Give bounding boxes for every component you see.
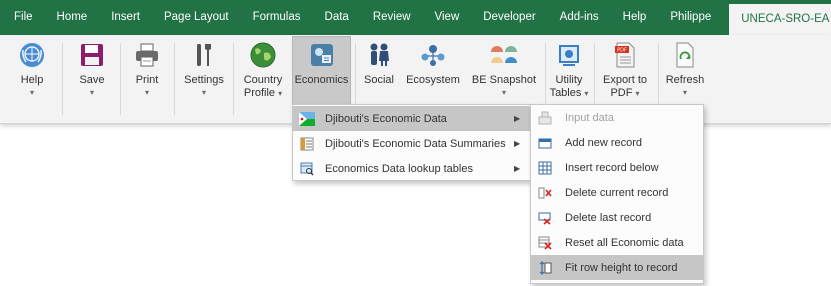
tab-insert[interactable]: Insert xyxy=(99,0,152,35)
chevron-right-icon: ▶ xyxy=(514,114,521,123)
chevron-down-icon: ▾ xyxy=(29,88,34,97)
tab-philippe[interactable]: Philippe xyxy=(658,0,723,35)
submenu-item-label: Delete current record xyxy=(565,186,669,199)
tab-uneca-sro-ea[interactable]: UNECA-SRO-EA xyxy=(729,4,831,35)
save-label: Save xyxy=(79,74,105,86)
floppy-disk-icon xyxy=(76,39,108,71)
un-logo-icon xyxy=(16,39,48,71)
submenu-item-label: Insert record below xyxy=(565,161,659,174)
economic-data-submenu: Input data Add new record Insert record … xyxy=(530,104,704,284)
help-label: Help xyxy=(20,74,44,86)
be-snapshot-label: BE Snapshot xyxy=(471,74,537,86)
input-data-icon xyxy=(531,111,559,125)
utility-tables-label: Utility Tables ▾ xyxy=(549,74,589,99)
menu-item-djibouti-economic-data[interactable]: Djibouti's Economic Data ▶ xyxy=(293,106,530,131)
help-button[interactable]: Help ▾ xyxy=(14,37,50,119)
ribbon-tab-bar: File Home Insert Page Layout Formulas Da… xyxy=(0,0,831,35)
gauges-icon xyxy=(488,39,520,71)
settings-label: Settings xyxy=(184,74,224,86)
ribbon-separator xyxy=(233,43,234,115)
submenu-item-delete-last-record[interactable]: Delete last record xyxy=(531,205,703,230)
tab-add-ins[interactable]: Add-ins xyxy=(548,0,611,35)
settings-button[interactable]: Settings ▾ xyxy=(181,37,227,119)
country-profile-label: Country Profile ▾ xyxy=(243,74,283,99)
utility-table-icon xyxy=(553,39,585,71)
submenu-item-label: Reset all Economic data xyxy=(565,236,684,249)
people-icon xyxy=(363,39,395,71)
tools-icon xyxy=(188,39,220,71)
submenu-item-label: Add new record xyxy=(565,136,643,149)
ribbon-separator xyxy=(62,43,63,115)
tab-help[interactable]: Help xyxy=(611,0,659,35)
menu-item-economics-data-lookup-tables[interactable]: Economics Data lookup tables ▶ xyxy=(293,156,530,181)
print-button[interactable]: Print ▾ xyxy=(130,37,164,119)
svg-text:PDF: PDF xyxy=(617,48,627,54)
chevron-down-icon: ▾ xyxy=(144,88,149,97)
economics-button[interactable]: Economics xyxy=(292,36,351,107)
menu-item-label: Djibouti's Economic Data Summaries xyxy=(325,137,506,150)
menu-item-djibouti-economic-data-summaries[interactable]: Djibouti's Economic Data Summaries ▶ xyxy=(293,131,530,156)
save-button[interactable]: Save ▾ xyxy=(75,37,109,119)
add-record-icon xyxy=(531,136,559,150)
refresh-icon xyxy=(669,39,701,71)
economics-label: Economics xyxy=(294,74,349,86)
tab-formulas[interactable]: Formulas xyxy=(241,0,313,35)
tab-view[interactable]: View xyxy=(423,0,472,35)
submenu-item-insert-record-below[interactable]: Insert record below xyxy=(531,155,703,180)
pdf-icon: PDF xyxy=(609,39,641,71)
chevron-down-icon: ▾ xyxy=(201,88,206,97)
fit-row-height-icon xyxy=(531,260,559,275)
submenu-item-fit-row-height[interactable]: Fit row height to record xyxy=(531,255,703,280)
reset-icon xyxy=(531,236,559,250)
tab-home[interactable]: Home xyxy=(45,0,100,35)
menu-item-label: Djibouti's Economic Data xyxy=(325,112,447,125)
export-pdf-label: Export to PDF ▾ xyxy=(602,74,648,99)
summary-icon xyxy=(293,137,321,151)
submenu-item-label: Input data xyxy=(565,111,614,124)
insert-record-icon xyxy=(531,161,559,175)
submenu-item-reset-all-economic-data[interactable]: Reset all Economic data xyxy=(531,230,703,255)
refresh-label: Refresh xyxy=(665,74,705,86)
flag-icon xyxy=(293,111,321,126)
globe-icon xyxy=(247,39,279,71)
print-label: Print xyxy=(135,74,159,86)
submenu-item-input-data[interactable]: Input data xyxy=(531,105,703,130)
ribbon-separator xyxy=(120,43,121,115)
economics-dropdown-menu: Djibouti's Economic Data ▶ Djibouti's Ec… xyxy=(292,104,531,181)
menu-item-label: Economics Data lookup tables xyxy=(325,162,473,175)
tab-review[interactable]: Review xyxy=(361,0,423,35)
chevron-down-icon: ▾ xyxy=(682,88,687,97)
submenu-item-label: Fit row height to record xyxy=(565,261,678,274)
tab-page-layout[interactable]: Page Layout xyxy=(152,0,241,35)
delete-last-icon xyxy=(531,211,559,225)
ecosystem-icon xyxy=(417,39,449,71)
country-profile-button[interactable]: Country Profile ▾ xyxy=(238,37,288,119)
chevron-right-icon: ▶ xyxy=(514,139,521,148)
ecosystem-label: Ecosystem xyxy=(406,74,460,86)
tab-data[interactable]: Data xyxy=(313,0,361,35)
tab-developer[interactable]: Developer xyxy=(471,0,547,35)
chevron-right-icon: ▶ xyxy=(514,164,521,173)
ribbon-separator xyxy=(174,43,175,115)
printer-icon xyxy=(131,39,163,71)
lookup-icon xyxy=(293,162,321,176)
delete-current-icon xyxy=(531,186,559,200)
chevron-down-icon: ▾ xyxy=(501,88,506,97)
chevron-down-icon: ▾ xyxy=(89,88,94,97)
social-label: Social xyxy=(364,74,394,86)
submenu-item-delete-current-record[interactable]: Delete current record xyxy=(531,180,703,205)
submenu-item-add-new-record[interactable]: Add new record xyxy=(531,130,703,155)
tab-file[interactable]: File xyxy=(0,0,45,35)
submenu-item-label: Delete last record xyxy=(565,211,652,224)
economics-icon xyxy=(306,39,338,71)
